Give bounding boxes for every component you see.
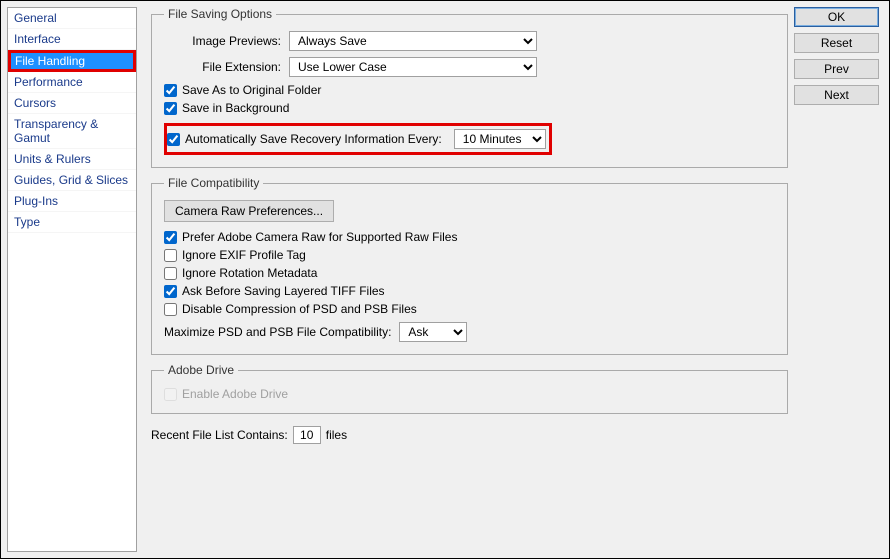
camera-raw-preferences-button[interactable]: Camera Raw Preferences... [164,200,334,222]
ignore-rotation-label: Ignore Rotation Metadata [182,266,317,280]
disable-compression-label: Disable Compression of PSD and PSB Files [182,302,417,316]
auto-save-recovery-highlight: Automatically Save Recovery Information … [164,123,552,155]
sidebar-item-file-handling[interactable]: File Handling [8,50,136,72]
ignore-exif-checkbox[interactable] [164,249,177,262]
ask-layered-tiff-checkbox[interactable] [164,285,177,298]
recent-file-count-input[interactable] [293,426,321,444]
ignore-rotation-checkbox[interactable] [164,267,177,280]
sidebar-item-units-rulers[interactable]: Units & Rulers [8,149,136,170]
main-panel: File Saving Options Image Previews: Alwa… [137,7,788,552]
ok-button[interactable]: OK [794,7,879,27]
prefer-camera-raw-label: Prefer Adobe Camera Raw for Supported Ra… [182,230,457,244]
next-button[interactable]: Next [794,85,879,105]
auto-save-recovery-checkbox[interactable] [167,133,180,146]
prev-button[interactable]: Prev [794,59,879,79]
dialog-body: General Interface File Handling Performa… [1,1,794,558]
file-extension-label: File Extension: [164,60,281,74]
file-compatibility-group: File Compatibility Camera Raw Preference… [151,176,788,355]
image-previews-select[interactable]: Always Save [289,31,537,51]
file-saving-legend: File Saving Options [164,7,276,21]
save-in-background-label: Save in Background [182,101,289,115]
file-compat-legend: File Compatibility [164,176,263,190]
file-saving-options-group: File Saving Options Image Previews: Alwa… [151,7,788,168]
recent-file-label: Recent File List Contains: [151,428,288,442]
sidebar-item-cursors[interactable]: Cursors [8,93,136,114]
recent-file-list-row: Recent File List Contains: files [151,426,788,444]
sidebar-item-type[interactable]: Type [8,212,136,233]
save-as-original-label: Save As to Original Folder [182,83,321,97]
adobe-drive-group: Adobe Drive Enable Adobe Drive [151,363,788,414]
sidebar-item-performance[interactable]: Performance [8,72,136,93]
sidebar-item-general[interactable]: General [8,8,136,29]
adobe-drive-legend: Adobe Drive [164,363,238,377]
auto-save-interval-select[interactable]: 10 Minutes [454,129,546,149]
file-extension-select[interactable]: Use Lower Case [289,57,537,77]
sidebar-item-plugins[interactable]: Plug-Ins [8,191,136,212]
disable-compression-checkbox[interactable] [164,303,177,316]
max-compat-select[interactable]: Ask [399,322,467,342]
enable-adobe-drive-label: Enable Adobe Drive [182,387,288,401]
ask-layered-tiff-label: Ask Before Saving Layered TIFF Files [182,284,385,298]
dialog-button-column: OK Reset Prev Next [794,1,889,558]
category-sidebar: General Interface File Handling Performa… [7,7,137,552]
sidebar-item-transparency-gamut[interactable]: Transparency & Gamut [8,114,136,149]
prefer-camera-raw-checkbox[interactable] [164,231,177,244]
enable-adobe-drive-checkbox [164,388,177,401]
sidebar-item-interface[interactable]: Interface [8,29,136,50]
preferences-dialog: General Interface File Handling Performa… [0,0,890,559]
save-in-background-checkbox[interactable] [164,102,177,115]
ignore-exif-label: Ignore EXIF Profile Tag [182,248,306,262]
recent-file-suffix: files [326,428,347,442]
save-as-original-checkbox[interactable] [164,84,177,97]
reset-button[interactable]: Reset [794,33,879,53]
auto-save-recovery-label: Automatically Save Recovery Information … [185,132,442,146]
sidebar-item-guides-grid-slices[interactable]: Guides, Grid & Slices [8,170,136,191]
max-compat-label: Maximize PSD and PSB File Compatibility: [164,325,391,339]
image-previews-label: Image Previews: [164,34,281,48]
